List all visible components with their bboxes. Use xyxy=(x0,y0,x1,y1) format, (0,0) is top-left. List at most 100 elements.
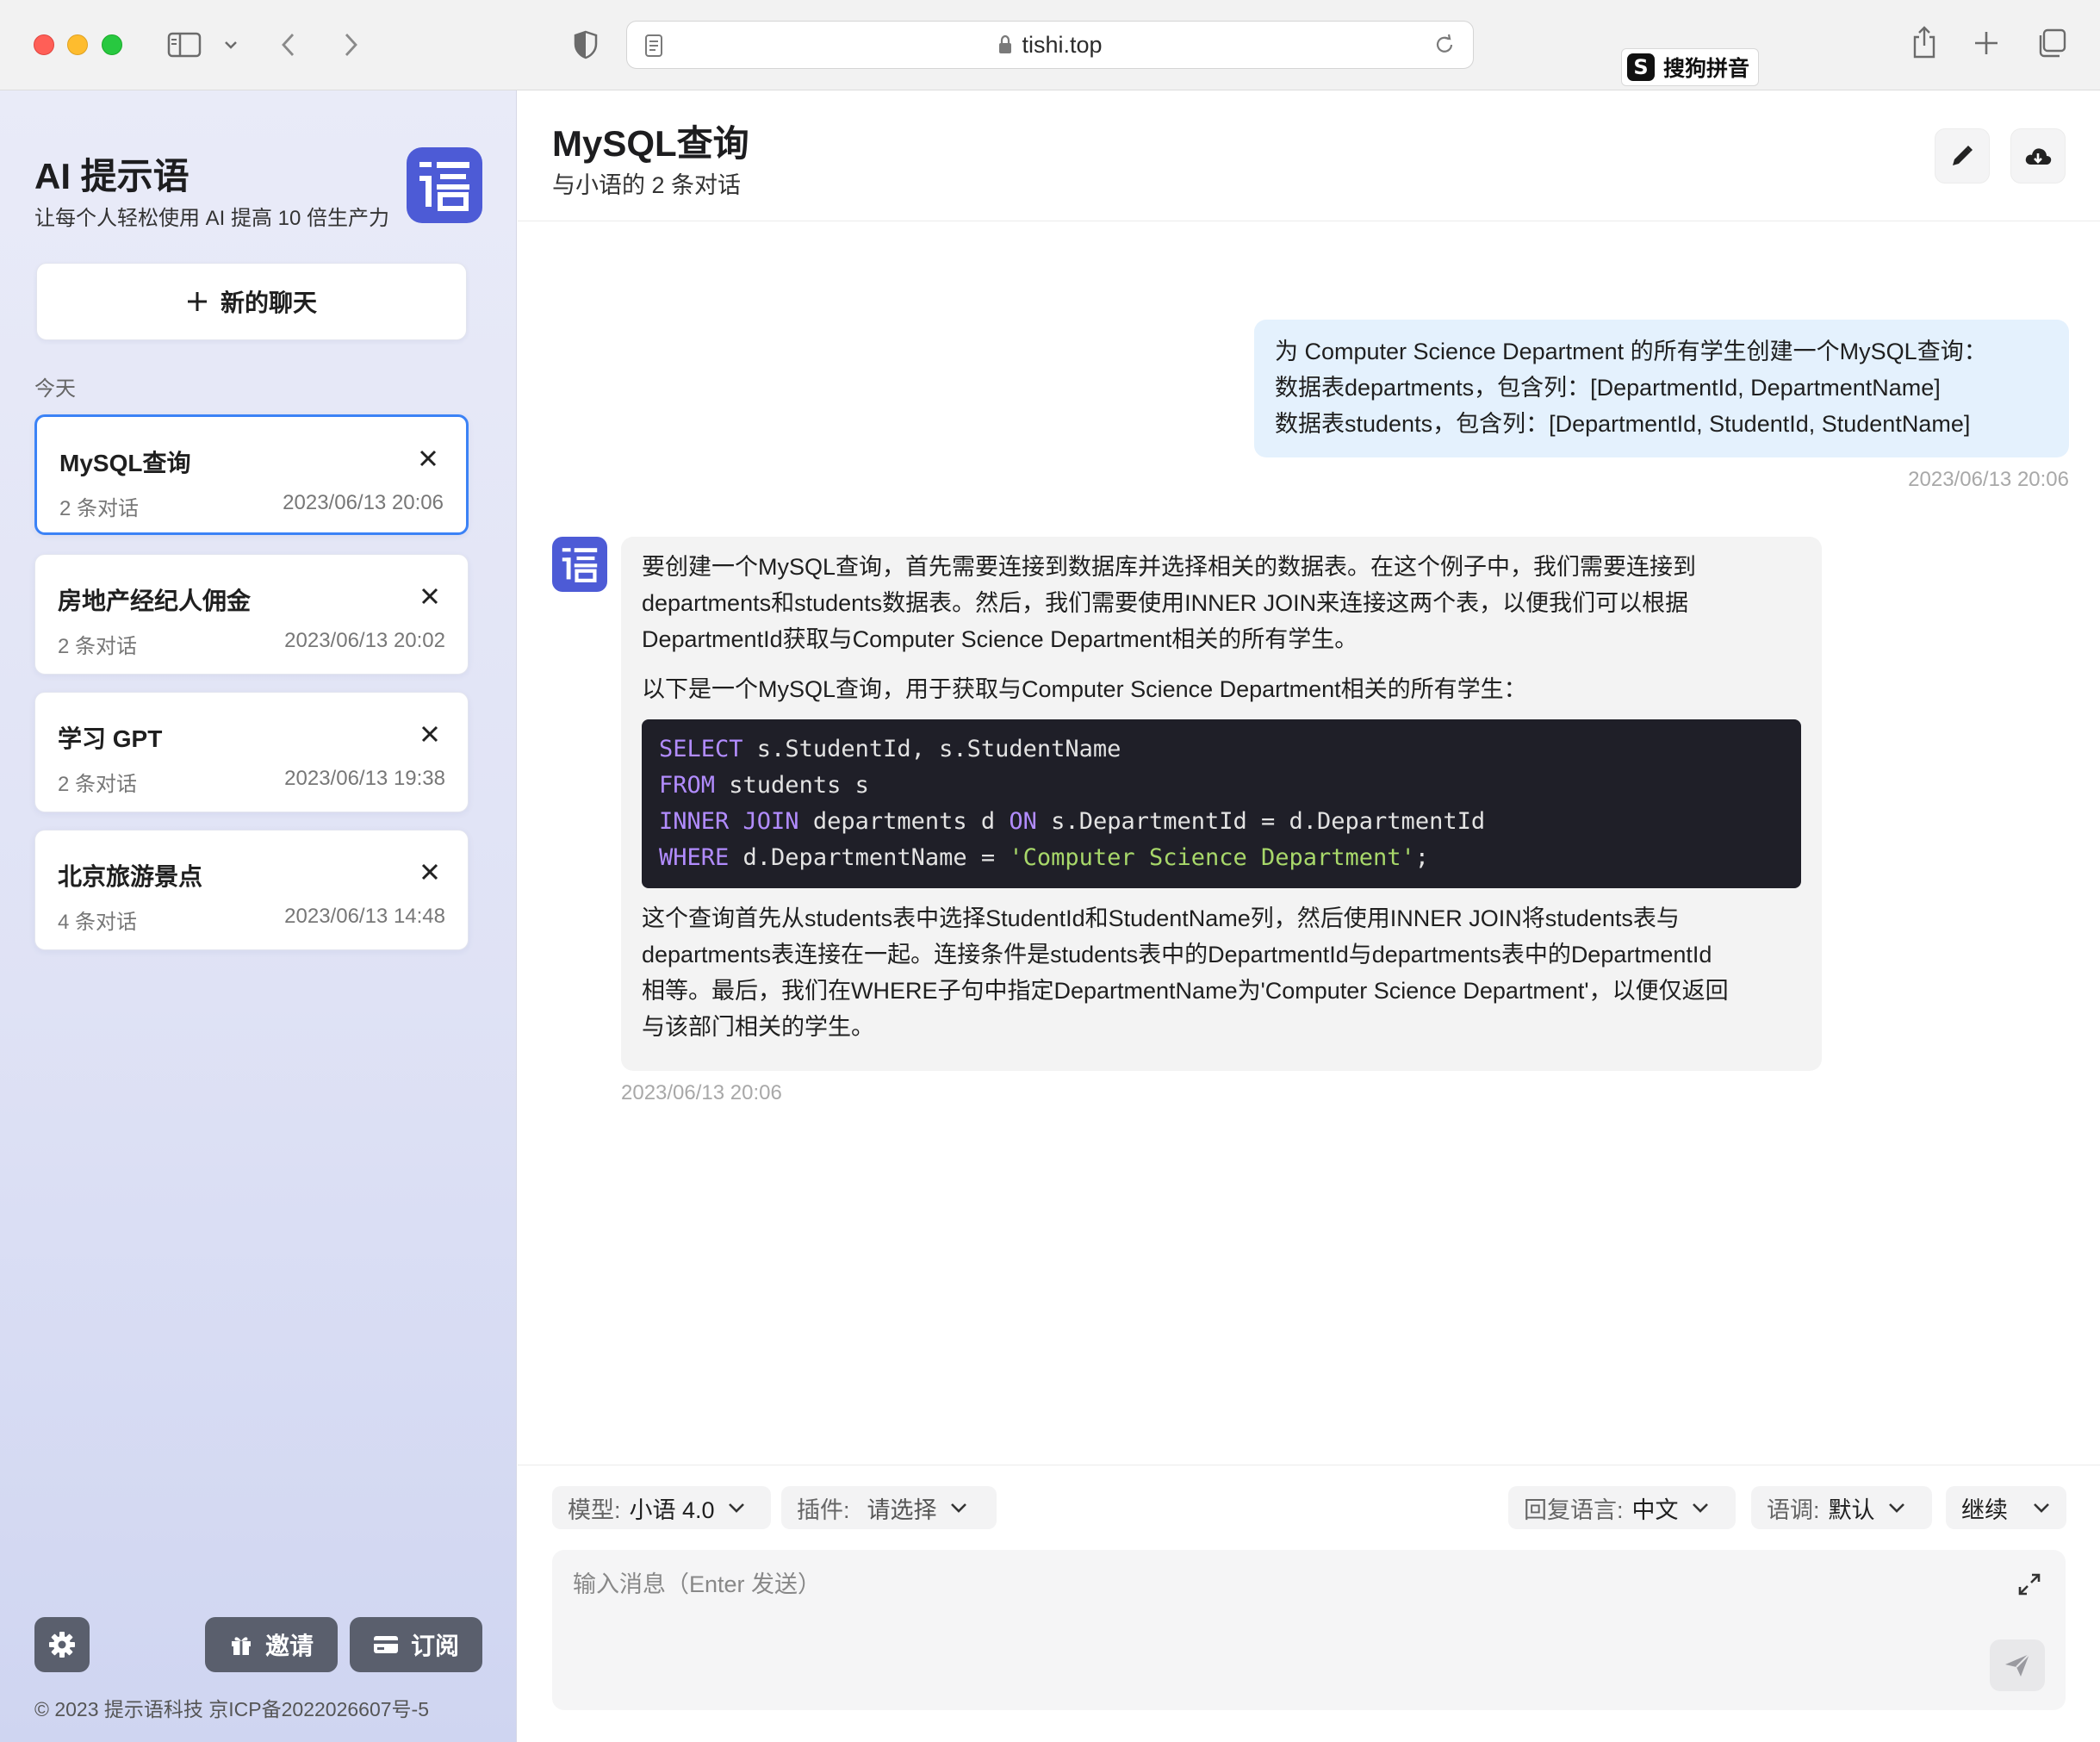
brand-subtitle: 让每个人轻松使用 AI 提高 10 倍生产力 xyxy=(34,207,390,230)
assistant-line: DepartmentId获取与Computer Science Departme… xyxy=(642,626,1358,652)
code-keyword: WHERE xyxy=(659,844,730,871)
conversation-item[interactable]: MySQL查询 2 条对话 2023/06/13 20:06 xyxy=(34,414,469,535)
message-input[interactable] xyxy=(573,1567,1951,1602)
conversation-title: 房地产经纪人佣金 xyxy=(58,588,252,614)
plugin-select[interactable]: 插件: 请选择 xyxy=(781,1486,997,1529)
user-message-line: 数据表departments，包含列：[DepartmentId, Depart… xyxy=(1275,375,1941,401)
cloud-download-icon xyxy=(2025,148,2052,165)
tone-select-label: 语调: xyxy=(1767,1496,1820,1523)
sidebar-toggle-icon[interactable] xyxy=(165,28,203,62)
close-icon[interactable] xyxy=(416,858,444,886)
assistant-message-time: 2023/06/13 20:06 xyxy=(621,1081,782,1104)
assistant-line: 这个查询首先从students表中选择StudentId和StudentName… xyxy=(642,905,1680,931)
assistant-intro: 要创建一个MySQL查询，首先需要连接到数据库并选择相关的数据表。在这个例子中，… xyxy=(642,549,1801,657)
forward-arrow-icon[interactable] xyxy=(336,28,365,62)
shield-icon[interactable] xyxy=(568,28,603,62)
conversation-title: MySQL查询 xyxy=(59,450,191,476)
back-arrow-icon[interactable] xyxy=(274,28,303,62)
conversation-item[interactable]: 房地产经纪人佣金 2 条对话 2023/06/13 20:02 xyxy=(34,554,469,675)
plugin-select-value: 请选择 xyxy=(867,1496,937,1523)
reply-language-select[interactable]: 回复语言: 中文 xyxy=(1508,1486,1736,1529)
settings-button[interactable] xyxy=(34,1617,90,1672)
plus-icon xyxy=(187,292,207,311)
address-bar[interactable]: tishi.top xyxy=(626,21,1474,69)
new-tab-icon[interactable] xyxy=(1971,28,2002,59)
reply-language-value: 中文 xyxy=(1631,1496,1679,1523)
chat-header: MySQL查询 与小语的 2 条对话 xyxy=(518,90,2100,221)
code-text: ; xyxy=(1414,844,1430,871)
plugin-select-label: 插件: xyxy=(797,1496,850,1523)
continue-select[interactable]: 继续 xyxy=(1946,1486,2066,1529)
paper-plane-icon xyxy=(2005,1653,2030,1677)
reader-view-icon[interactable] xyxy=(644,34,663,58)
sql-code-block[interactable]: SELECT s.StudentId, s.StudentName FROM s… xyxy=(642,719,1801,888)
new-chat-button[interactable]: 新的聊天 xyxy=(36,263,467,340)
conversation-count: 2 条对话 xyxy=(58,635,138,658)
conversation-time: 2023/06/13 20:02 xyxy=(284,629,445,652)
pencil-icon xyxy=(1953,146,1973,165)
conversation-title: 学习 GPT xyxy=(58,725,163,752)
conversation-title: 北京旅游景点 xyxy=(58,863,203,890)
model-select[interactable]: 模型: 小语 4.0 xyxy=(552,1486,771,1529)
user-message-line: 为 Computer Science Department 的所有学生创建一个M… xyxy=(1275,339,1987,364)
send-button[interactable] xyxy=(1990,1639,2045,1691)
brand-logo-icon xyxy=(407,147,482,223)
close-icon[interactable] xyxy=(414,445,442,472)
reply-language-label: 回复语言: xyxy=(1524,1496,1624,1523)
ime-indicator: S 搜狗拼音 xyxy=(1621,48,1760,86)
assistant-line: departments表连接在一起。连接条件是students表中的Depart… xyxy=(642,942,1712,967)
user-message: 为 Computer Science Department 的所有学生创建一个M… xyxy=(1254,320,2069,457)
expand-icon[interactable] xyxy=(2014,1569,2045,1600)
credit-card-icon xyxy=(373,1636,398,1653)
message-composer xyxy=(552,1550,2066,1710)
edit-button[interactable] xyxy=(1935,128,1990,184)
conversation-count: 4 条对话 xyxy=(58,911,138,934)
conversation-count: 2 条对话 xyxy=(58,773,138,796)
chevron-down-icon xyxy=(2034,1503,2049,1513)
conversation-item[interactable]: 北京旅游景点 4 条对话 2023/06/13 14:48 xyxy=(34,830,469,950)
reload-icon[interactable] xyxy=(1433,34,1456,56)
new-chat-label: 新的聊天 xyxy=(220,289,317,316)
code-keyword: SELECT xyxy=(659,736,743,762)
share-icon[interactable] xyxy=(1907,22,1942,62)
close-icon[interactable] xyxy=(416,720,444,748)
gear-icon xyxy=(49,1632,75,1658)
sidebar: AI 提示语 让每个人轻松使用 AI 提高 10 倍生产力 新的聊天 今天 My… xyxy=(0,90,517,1742)
assistant-line: departments和students数据表。然后，我们需要使用INNER J… xyxy=(642,590,1689,616)
assistant-avatar xyxy=(552,537,607,592)
close-window-button[interactable] xyxy=(34,34,54,55)
section-label-today: 今天 xyxy=(34,377,76,401)
code-string: 'Computer Science Department' xyxy=(1009,844,1415,871)
gift-icon xyxy=(231,1637,251,1655)
assistant-outro: 这个查询首先从students表中选择StudentId和StudentName… xyxy=(642,900,1801,1045)
conversation-time: 2023/06/13 19:38 xyxy=(284,767,445,790)
code-text: s.StudentId, s.StudentName xyxy=(742,736,1121,762)
continue-label: 继续 xyxy=(1961,1496,2008,1523)
assistant-message: 要创建一个MySQL查询，首先需要连接到数据库并选择相关的数据表。在这个例子中，… xyxy=(621,537,1822,1071)
code-text: students s xyxy=(715,772,869,799)
code-keyword: FROM xyxy=(659,772,716,799)
chevron-down-icon xyxy=(1692,1503,1708,1513)
model-select-label: 模型: xyxy=(568,1496,621,1523)
subscribe-button[interactable]: 订阅 xyxy=(350,1617,482,1672)
chevron-down-icon[interactable] xyxy=(221,34,241,55)
tab-overview-icon[interactable] xyxy=(2035,26,2069,60)
url-text: tishi.top xyxy=(1022,31,1103,58)
model-select-value: 小语 4.0 xyxy=(629,1496,715,1523)
user-message-time: 2023/06/13 20:06 xyxy=(1908,468,2069,491)
conversation-item[interactable]: 学习 GPT 2 条对话 2023/06/13 19:38 xyxy=(34,692,469,812)
close-icon[interactable] xyxy=(416,582,444,610)
tone-select[interactable]: 语调: 默认 xyxy=(1751,1486,1932,1529)
brand-title: AI 提示语 xyxy=(34,156,189,196)
subscribe-label: 订阅 xyxy=(410,1633,459,1659)
chevron-down-icon xyxy=(1888,1503,1904,1513)
minimize-window-button[interactable] xyxy=(67,34,88,55)
assistant-line: 要创建一个MySQL查询，首先需要连接到数据库并选择相关的数据表。在这个例子中，… xyxy=(642,554,1697,580)
export-button[interactable] xyxy=(2010,128,2066,184)
code-keyword: INNER JOIN xyxy=(659,808,799,835)
zoom-window-button[interactable] xyxy=(102,34,122,55)
footer-copyright[interactable]: © 2023 提示语科技 京ICP备2022026607号-5 xyxy=(34,1693,429,1722)
invite-button[interactable]: 邀请 xyxy=(205,1617,338,1672)
browser-toolbar: tishi.top S 搜狗拼音 xyxy=(0,0,2100,90)
page-subtitle: 与小语的 2 条对话 xyxy=(552,172,742,198)
